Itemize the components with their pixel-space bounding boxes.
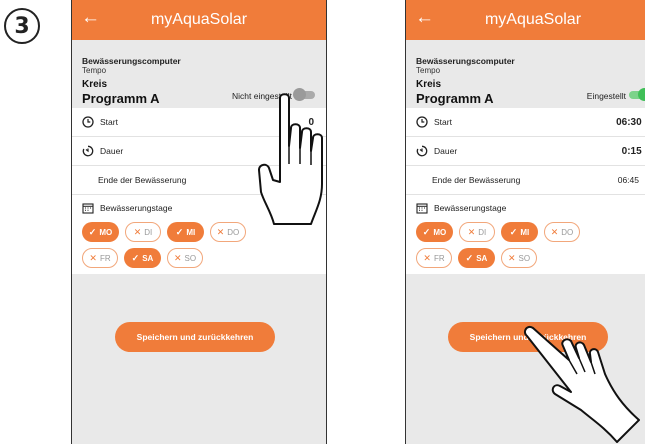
x-icon: ✕ — [550, 226, 559, 237]
days-title: Bewässerungstage — [100, 202, 173, 213]
day-label: MI — [520, 227, 530, 237]
day-label: DO — [561, 227, 574, 237]
circuit-label: Kreis — [82, 79, 108, 90]
start-label: Start — [100, 117, 118, 127]
back-arrow-icon[interactable]: ← — [81, 7, 100, 29]
check-icon: ✓ — [422, 226, 431, 237]
day-label: MO — [99, 227, 113, 237]
device-label: Bewässerungscomputer — [82, 56, 181, 66]
calendar-icon — [416, 202, 428, 214]
check-icon: ✓ — [175, 226, 184, 237]
end-value: 06:45 — [617, 175, 639, 185]
day-chip-mi[interactable]: ✓ MI — [167, 222, 204, 242]
duration-time: 0:15 — [621, 145, 642, 157]
duration-label: Dauer — [434, 146, 458, 156]
hand-pointer-icon — [258, 93, 323, 225]
day-chip-fr[interactable]: ✕ FR — [82, 248, 118, 268]
x-icon: ✕ — [133, 226, 142, 237]
day-label: FR — [99, 253, 111, 263]
day-label: DO — [227, 227, 240, 237]
program-status: Eingestellt — [586, 91, 626, 101]
device-name: Tempo — [82, 66, 107, 75]
program-toggle[interactable] — [629, 88, 645, 101]
calendar-icon — [82, 202, 94, 214]
day-label: DI — [478, 227, 487, 237]
day-label: MO — [433, 227, 447, 237]
check-icon: ✓ — [465, 252, 474, 263]
day-chip-mo[interactable]: ✓ MO — [416, 222, 453, 242]
day-chip-sa[interactable]: ✓ SA — [458, 248, 495, 268]
duration-label: Dauer — [100, 146, 124, 156]
start-row[interactable]: Start 06:30› — [406, 108, 645, 137]
circuit-label: Kreis — [416, 79, 442, 90]
end-label: Ende der Bewässerung — [432, 175, 521, 185]
x-icon: ✕ — [467, 226, 476, 237]
program-header: Bewässerungscomputer Tempo Kreis Program… — [406, 40, 645, 108]
day-chip-so[interactable]: ✕ SO — [501, 248, 537, 268]
day-chip-mi[interactable]: ✓ MI — [501, 222, 538, 242]
day-chip-do[interactable]: ✕ DO — [210, 222, 246, 242]
step-number-badge: 3 — [4, 8, 40, 44]
app-title: myAquaSolar — [150, 11, 248, 28]
day-label: MI — [186, 227, 196, 237]
day-label: SO — [518, 253, 531, 263]
days-title-row: Bewässerungstage — [406, 195, 645, 220]
day-chip-do[interactable]: ✕ DO — [544, 222, 580, 242]
day-label: DI — [144, 227, 153, 237]
duration-value: 0:15› — [622, 146, 645, 157]
day-chip-mo[interactable]: ✓ MO — [82, 222, 119, 242]
clock-icon — [82, 116, 94, 128]
start-label: Start — [434, 117, 452, 127]
check-icon: ✓ — [509, 226, 518, 237]
check-icon: ✓ — [88, 226, 97, 237]
x-icon: ✕ — [423, 252, 431, 263]
day-label: SO — [184, 253, 197, 263]
day-chip-so[interactable]: ✕ SO — [167, 248, 203, 268]
x-icon: ✕ — [216, 226, 225, 237]
x-icon: ✕ — [173, 252, 182, 263]
x-icon: ✕ — [507, 252, 516, 263]
hand-pointer-icon — [523, 326, 640, 443]
day-label: FR — [433, 253, 445, 263]
device-name: Tempo — [416, 66, 441, 75]
x-icon: ✕ — [89, 252, 97, 263]
save-and-return-button[interactable]: Speichern und zurückkehren — [115, 322, 275, 352]
clock-icon — [416, 116, 428, 128]
app-bar: ← myAquaSolar — [72, 0, 326, 40]
day-label: SA — [142, 253, 154, 263]
back-arrow-icon[interactable]: ← — [415, 7, 434, 29]
end-row: Ende der Bewässerung 06:45 — [406, 166, 645, 195]
app-bar: ← myAquaSolar — [406, 0, 645, 40]
duration-row[interactable]: Dauer 0:15› — [406, 137, 645, 166]
day-chip-fr[interactable]: ✕ FR — [416, 248, 452, 268]
check-icon: ✓ — [131, 252, 140, 263]
day-chip-di[interactable]: ✕ DI — [459, 222, 495, 242]
timer-icon — [82, 145, 94, 157]
start-time: 06:30 — [616, 116, 642, 128]
toggle-knob — [638, 88, 645, 101]
day-chip-di[interactable]: ✕ DI — [125, 222, 161, 242]
weekday-chips: ✓ MO ✕ DI ✓ MI ✕ DO ✕ FR ✓ SA ✕ SO — [406, 220, 645, 268]
end-label: Ende der Bewässerung — [98, 175, 187, 185]
day-label: SA — [476, 253, 488, 263]
device-label: Bewässerungscomputer — [416, 56, 515, 66]
app-title: myAquaSolar — [484, 11, 582, 28]
day-chip-sa[interactable]: ✓ SA — [124, 248, 161, 268]
start-value: 06:30› — [616, 117, 645, 128]
settings-card: Start 06:30› Dauer 0:15› Ende der Bewäss… — [406, 108, 645, 274]
timer-icon — [416, 145, 428, 157]
days-title: Bewässerungstage — [434, 202, 507, 213]
